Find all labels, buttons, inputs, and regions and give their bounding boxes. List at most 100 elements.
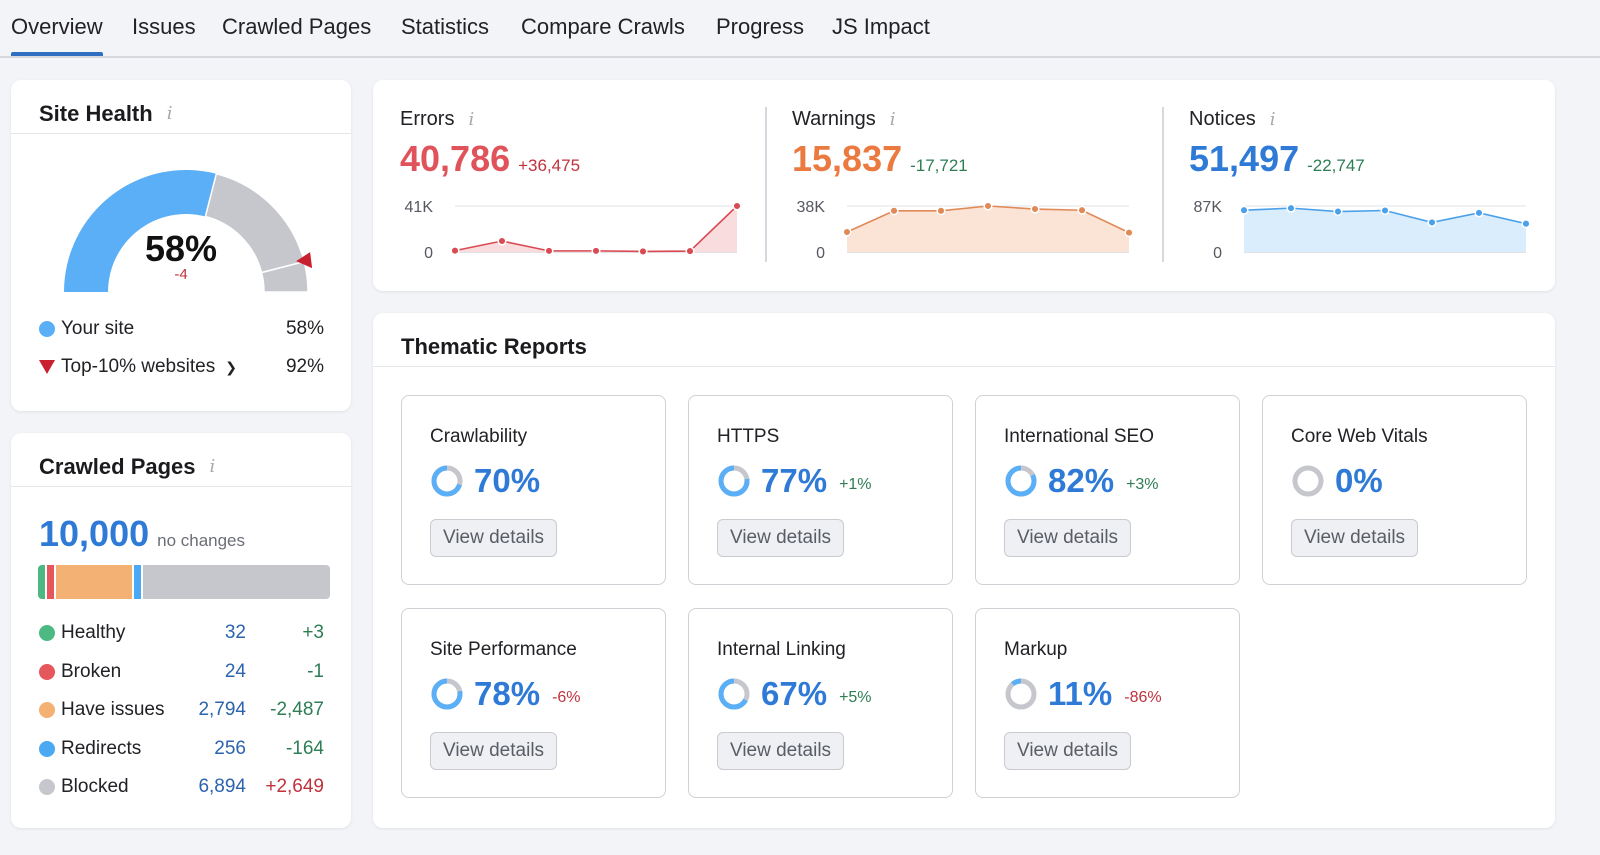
sparkline-point[interactable]: [544, 246, 554, 256]
view-details-button[interactable]: View details: [430, 732, 558, 770]
view-details-button[interactable]: View details: [430, 519, 558, 557]
stat-value-row: 51,497 -22,747: [1189, 138, 1365, 180]
sparkline-point[interactable]: [983, 201, 993, 211]
legend-value: 58%: [285, 318, 324, 339]
view-details-button[interactable]: View details: [1004, 519, 1132, 557]
stat-value[interactable]: 51,497: [1189, 138, 1299, 180]
tab-issues[interactable]: Issues: [132, 14, 196, 40]
report-title: Crawlability: [430, 426, 528, 447]
report-score-row: 11% -86%: [1004, 675, 1162, 713]
crawled-total: 10,000 no changes: [39, 513, 245, 555]
stat-value[interactable]: 40,786: [400, 138, 510, 180]
row-count[interactable]: 24: [225, 661, 246, 683]
sparkline-point[interactable]: [1521, 219, 1531, 229]
tab-crawled-pages[interactable]: Crawled Pages: [222, 14, 371, 40]
report-card-crawlability: Crawlability 70% View details: [401, 395, 666, 585]
sparkline-point[interactable]: [889, 206, 899, 216]
tab-overview[interactable]: Overview: [11, 14, 103, 56]
sparkline-point[interactable]: [450, 246, 460, 256]
tab-js-impact[interactable]: JS Impact: [832, 14, 930, 40]
sparkline-point[interactable]: [685, 246, 695, 256]
crawled-row[interactable]: Healthy 32 +3: [39, 621, 324, 645]
crawled-pages-card: Crawled Pages i 10,000 no changes Health…: [11, 433, 351, 828]
info-icon[interactable]: i: [468, 109, 474, 130]
row-count[interactable]: 256: [214, 738, 246, 760]
sparkline-point[interactable]: [1427, 217, 1437, 227]
view-details-button[interactable]: View details: [717, 519, 845, 557]
sparkline-point[interactable]: [591, 246, 601, 256]
report-score-row: 70%: [430, 462, 540, 500]
crawled-row[interactable]: Blocked 6,894 +2,649: [39, 775, 324, 799]
sparkline-point[interactable]: [497, 236, 507, 246]
progress-ring-icon: [1292, 465, 1324, 497]
crawled-row[interactable]: Broken 24 -1: [39, 660, 324, 684]
info-icon[interactable]: i: [167, 103, 173, 124]
sparkline-point[interactable]: [842, 227, 852, 237]
view-details-button[interactable]: View details: [1004, 732, 1132, 770]
site-health-header: Site Health i: [11, 80, 351, 134]
sparkline-point[interactable]: [1124, 228, 1134, 238]
sparkline-point[interactable]: [638, 246, 648, 256]
row-label: Redirects: [61, 737, 142, 759]
tab-bar: Overview Issues Crawled Pages Statistics…: [0, 0, 1600, 58]
view-details-button[interactable]: View details: [717, 732, 845, 770]
bar-segment-redirects[interactable]: [134, 565, 144, 599]
crawled-pages-header: Crawled Pages i: [11, 433, 351, 487]
chevron-down-icon[interactable]: ❯: [225, 359, 237, 376]
row-label: Blocked: [61, 776, 129, 797]
tab-statistics[interactable]: Statistics: [401, 14, 489, 40]
row-count[interactable]: 6,894: [198, 776, 246, 798]
bar-segment-have-issues[interactable]: [56, 565, 135, 599]
y-min-label: 0: [424, 245, 433, 258]
stat-label: Notices: [1189, 108, 1256, 130]
sparkline-point[interactable]: [732, 201, 742, 211]
row-label: Have issues: [61, 699, 165, 720]
tab-progress[interactable]: Progress: [716, 14, 804, 40]
progress-ring-icon: [718, 678, 750, 710]
row-count[interactable]: 2,794: [198, 699, 246, 721]
legend-top-10[interactable]: Top-10% websites ❯ 92%: [39, 356, 324, 378]
stat-title: Warnings i: [792, 108, 896, 131]
y-min-label: 0: [816, 245, 825, 258]
bar-segment-healthy[interactable]: [38, 565, 48, 599]
view-details-button[interactable]: View details: [1291, 519, 1419, 557]
sparkline-point[interactable]: [1380, 205, 1390, 216]
crawled-total-note: no changes: [157, 531, 246, 550]
bar-segment-broken[interactable]: [47, 565, 57, 599]
sparkline-point[interactable]: [1030, 204, 1040, 214]
triangle-down-icon: [39, 360, 55, 374]
sparkline-point[interactable]: [936, 206, 946, 216]
sparkline-chart: 87K 0: [1194, 199, 1531, 258]
sparkline-point[interactable]: [1286, 203, 1296, 213]
report-card-international-seo: International SEO 82% +3% View details: [975, 395, 1240, 585]
crawled-row[interactable]: Have issues 2,794 -2,487: [39, 698, 324, 722]
sparkline-point[interactable]: [1333, 207, 1343, 217]
bar-segment-blocked[interactable]: [143, 565, 330, 599]
stat-value[interactable]: 15,837: [792, 138, 902, 180]
report-score-row: 78% -6%: [430, 675, 581, 713]
crawled-row[interactable]: Redirects 256 -164: [39, 737, 324, 761]
stat-notices: Notices i 51,497 -22,747 87K 0: [1162, 80, 1552, 291]
sparkline-point[interactable]: [1239, 205, 1249, 215]
report-delta: +3%: [1126, 476, 1159, 493]
tab-compare-crawls[interactable]: Compare Crawls: [521, 14, 685, 40]
info-icon[interactable]: i: [890, 109, 896, 130]
report-card-internal-linking: Internal Linking 67% +5% View details: [688, 608, 953, 798]
site-health-score: 58%: [144, 228, 218, 269]
sparkline-point[interactable]: [1474, 208, 1484, 218]
report-percent: 11%: [1048, 675, 1113, 712]
progress-ring-icon: [718, 465, 750, 497]
row-change: +3: [302, 622, 324, 643]
report-card-core-web-vitals: Core Web Vitals 0% View details: [1262, 395, 1527, 585]
thematic-header: Thematic Reports: [373, 313, 1555, 367]
row-label: Healthy: [61, 622, 126, 643]
info-icon[interactable]: i: [210, 456, 216, 477]
info-icon[interactable]: i: [1270, 109, 1276, 130]
crawled-total-value[interactable]: 10,000: [39, 513, 149, 555]
row-count[interactable]: 32: [225, 622, 246, 644]
y-max-label: 38K: [797, 199, 826, 216]
row-change: +2,649: [265, 776, 324, 797]
report-percent: 67%: [761, 675, 828, 712]
sparkline-point[interactable]: [1077, 205, 1087, 215]
y-min-label: 0: [1213, 245, 1222, 258]
